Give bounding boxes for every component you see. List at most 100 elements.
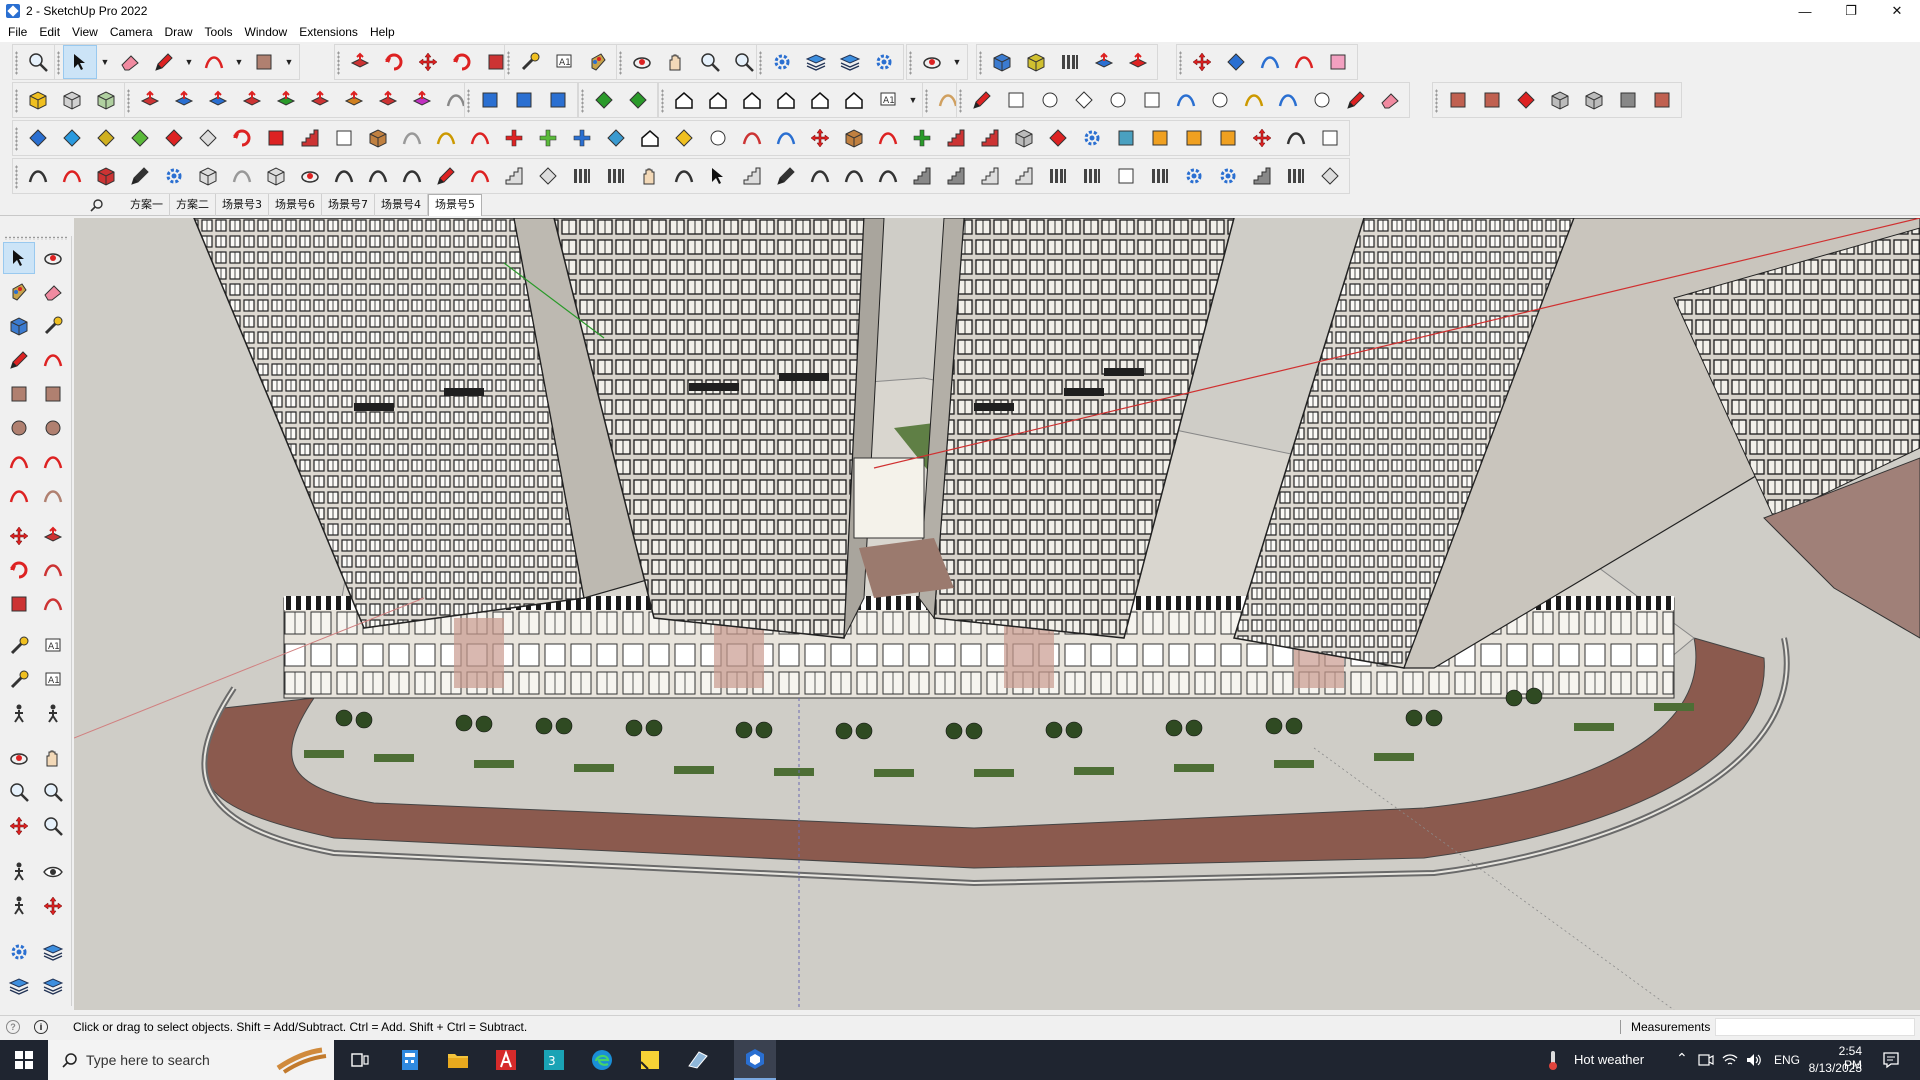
text-tool-icon[interactable]: A1 bbox=[37, 630, 69, 662]
diamond-tool-icon[interactable] bbox=[1219, 45, 1253, 79]
plus-tool-icon[interactable] bbox=[565, 121, 599, 155]
house-tool-icon[interactable] bbox=[735, 83, 769, 117]
diamond-tool-icon[interactable] bbox=[157, 121, 191, 155]
menu-help[interactable]: Help bbox=[366, 22, 403, 42]
menu-extensions[interactable]: Extensions bbox=[295, 22, 366, 42]
curve-tool-icon[interactable] bbox=[37, 446, 69, 478]
curve-tool-icon[interactable] bbox=[1253, 45, 1287, 79]
layers-tool-icon[interactable] bbox=[3, 970, 35, 1002]
task-view-button[interactable] bbox=[340, 1040, 380, 1080]
stair-tool-icon[interactable] bbox=[1245, 159, 1279, 193]
wifi-icon[interactable] bbox=[1722, 1053, 1738, 1067]
circle-tool-icon[interactable] bbox=[1101, 83, 1135, 117]
box-tool-icon[interactable] bbox=[259, 159, 293, 193]
house-tool-icon[interactable] bbox=[701, 83, 735, 117]
curve-tool-icon[interactable] bbox=[21, 159, 55, 193]
pencil-tool-icon[interactable] bbox=[965, 83, 999, 117]
diamond-tool-icon[interactable] bbox=[1041, 121, 1075, 155]
curve-tool-icon[interactable] bbox=[803, 159, 837, 193]
diamond-tool-icon[interactable] bbox=[531, 159, 565, 193]
weather-text[interactable]: Hot weather bbox=[1574, 1052, 1644, 1067]
meet-now-icon[interactable] bbox=[1698, 1053, 1714, 1067]
taskbar-edge[interactable] bbox=[582, 1040, 622, 1080]
gear-tool-icon[interactable] bbox=[867, 45, 901, 79]
instructor-info-icon[interactable]: i bbox=[34, 1019, 48, 1034]
rect-tool-icon[interactable] bbox=[1211, 121, 1245, 155]
walk-tool-icon[interactable] bbox=[37, 698, 69, 730]
box-tool-icon[interactable] bbox=[1577, 83, 1611, 117]
rect-tool-icon[interactable] bbox=[247, 45, 281, 79]
tape-tool-icon[interactable] bbox=[3, 664, 35, 696]
restore-button[interactable]: ❐ bbox=[1828, 0, 1874, 22]
pencil-tool-icon[interactable] bbox=[429, 159, 463, 193]
house-tool-icon[interactable] bbox=[769, 83, 803, 117]
stair-tool-icon[interactable] bbox=[293, 121, 327, 155]
bars-tool-icon[interactable] bbox=[1143, 159, 1177, 193]
hand-tool-icon[interactable] bbox=[659, 45, 693, 79]
rect-tool-icon[interactable] bbox=[999, 83, 1033, 117]
gear-tool-icon[interactable] bbox=[1075, 121, 1109, 155]
paint-tool-icon[interactable] bbox=[3, 276, 35, 308]
menu-draw[interactable]: Draw bbox=[161, 22, 201, 42]
dropdown-arrow-icon[interactable]: ▼ bbox=[231, 45, 247, 79]
stair-tool-icon[interactable] bbox=[905, 159, 939, 193]
circle-tool-icon[interactable] bbox=[1033, 83, 1067, 117]
push-tool-icon[interactable] bbox=[133, 83, 167, 117]
rect-tool-icon[interactable] bbox=[1645, 83, 1679, 117]
push-tool-icon[interactable] bbox=[235, 83, 269, 117]
scene-tab-active[interactable]: 场景号5 bbox=[428, 194, 482, 216]
diamond-tool-icon[interactable] bbox=[89, 121, 123, 155]
stair-tool-icon[interactable] bbox=[973, 159, 1007, 193]
zoom-tool-icon[interactable] bbox=[21, 45, 55, 79]
rect-tool-icon[interactable] bbox=[327, 121, 361, 155]
gear-tool-icon[interactable] bbox=[3, 936, 35, 968]
move-tool-icon[interactable] bbox=[3, 520, 35, 552]
rotate-tool-icon[interactable] bbox=[445, 45, 479, 79]
rect-tool-icon[interactable] bbox=[1441, 83, 1475, 117]
text-tool-icon[interactable]: A1 bbox=[547, 45, 581, 79]
move-tool-icon[interactable] bbox=[803, 121, 837, 155]
menu-tools[interactable]: Tools bbox=[201, 22, 241, 42]
pencil-tool-icon[interactable] bbox=[769, 159, 803, 193]
orbit-tool-icon[interactable] bbox=[3, 742, 35, 774]
zoom-tool-icon[interactable] bbox=[37, 776, 69, 808]
eye-tool-icon[interactable] bbox=[37, 856, 69, 888]
box-tool-icon[interactable] bbox=[191, 159, 225, 193]
scene-tab[interactable]: 场景号6 bbox=[269, 194, 322, 216]
zoom-tool-icon[interactable] bbox=[3, 776, 35, 808]
move-tool-icon[interactable] bbox=[3, 810, 35, 842]
rect-tool-icon[interactable] bbox=[1313, 121, 1347, 155]
taskbar-file-explorer[interactable] bbox=[438, 1040, 478, 1080]
stair-tool-icon[interactable] bbox=[939, 159, 973, 193]
curve-tool-icon[interactable] bbox=[37, 480, 69, 512]
walk-tool-icon[interactable] bbox=[3, 698, 35, 730]
paint-tool-icon[interactable] bbox=[581, 45, 615, 79]
box-tool-icon[interactable] bbox=[837, 121, 871, 155]
scene-tab[interactable]: 方案一 bbox=[124, 194, 170, 216]
push-tool-icon[interactable] bbox=[337, 83, 371, 117]
text-tool-icon[interactable]: A1 bbox=[37, 664, 69, 696]
diamond-tool-icon[interactable] bbox=[21, 121, 55, 155]
text-tool-icon[interactable]: A1 bbox=[871, 83, 905, 117]
arrow-tool-icon[interactable] bbox=[63, 45, 97, 79]
stair-tool-icon[interactable] bbox=[497, 159, 531, 193]
walk-tool-icon[interactable] bbox=[3, 890, 35, 922]
rotate-tool-icon[interactable] bbox=[3, 554, 35, 586]
scene-search-icon[interactable] bbox=[90, 198, 104, 212]
pencil-tool-icon[interactable] bbox=[1339, 83, 1373, 117]
rect-tool-icon[interactable] bbox=[473, 83, 507, 117]
start-button[interactable] bbox=[0, 1040, 48, 1080]
curve-tool-icon[interactable] bbox=[361, 159, 395, 193]
rotate-tool-icon[interactable] bbox=[377, 45, 411, 79]
curve-tool-icon[interactable] bbox=[871, 159, 905, 193]
rect-tool-icon[interactable] bbox=[1177, 121, 1211, 155]
circle-tool-icon[interactable] bbox=[1203, 83, 1237, 117]
curve-tool-icon[interactable] bbox=[3, 480, 35, 512]
stair-tool-icon[interactable] bbox=[973, 121, 1007, 155]
move-tool-icon[interactable] bbox=[1185, 45, 1219, 79]
box-tool-icon[interactable] bbox=[55, 83, 89, 117]
push-tool-icon[interactable] bbox=[405, 83, 439, 117]
clock-date[interactable]: 8/13/2023 bbox=[1808, 1061, 1862, 1075]
tape-tool-icon[interactable] bbox=[37, 310, 69, 342]
move-tool-icon[interactable] bbox=[1245, 121, 1279, 155]
